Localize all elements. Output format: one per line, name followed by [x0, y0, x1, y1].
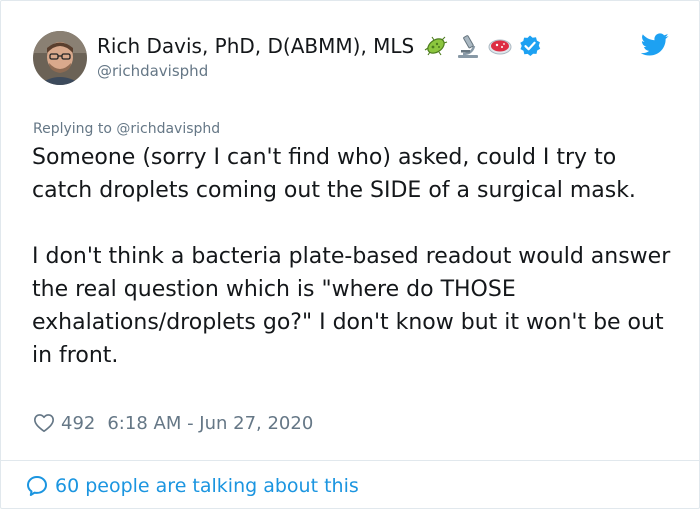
- author-name[interactable]: Rich Davis, PhD, D(ABMM), MLS: [97, 34, 414, 58]
- tweet-paragraph: I don't think a bacteria plate-based rea…: [32, 244, 671, 368]
- avatar[interactable]: [33, 31, 87, 85]
- author-handle[interactable]: @richdavisphd: [97, 62, 208, 80]
- heart-icon[interactable]: [33, 412, 55, 434]
- tweet-card: Rich Davis, PhD, D(ABMM), MLS @richdavis…: [0, 0, 700, 509]
- conversation-link[interactable]: 60 people are talking about this: [25, 472, 359, 500]
- twitter-bird-icon[interactable]: [640, 33, 669, 57]
- verified-badge-icon: [518, 34, 542, 58]
- tweet-timestamp[interactable]: 6:18 AM - Jun 27, 2020: [107, 413, 313, 434]
- replying-to[interactable]: Replying to @richdavisphd: [33, 121, 220, 137]
- microbe-icon: [422, 32, 450, 60]
- petri-dish-icon: [486, 32, 514, 60]
- tweet-meta: 492 6:18 AM - Jun 27, 2020: [33, 410, 313, 436]
- conversation-text[interactable]: 60 people are talking about this: [55, 475, 359, 497]
- speech-bubble-icon: [25, 474, 49, 498]
- like-count[interactable]: 492: [61, 413, 95, 434]
- tweet-text: Someone (sorry I can't find who) asked, …: [32, 141, 682, 372]
- tweet-paragraph: Someone (sorry I can't find who) asked, …: [32, 145, 636, 203]
- author-name-row[interactable]: Rich Davis, PhD, D(ABMM), MLS: [97, 31, 542, 61]
- divider: [1, 460, 699, 461]
- microscope-icon: [454, 32, 482, 60]
